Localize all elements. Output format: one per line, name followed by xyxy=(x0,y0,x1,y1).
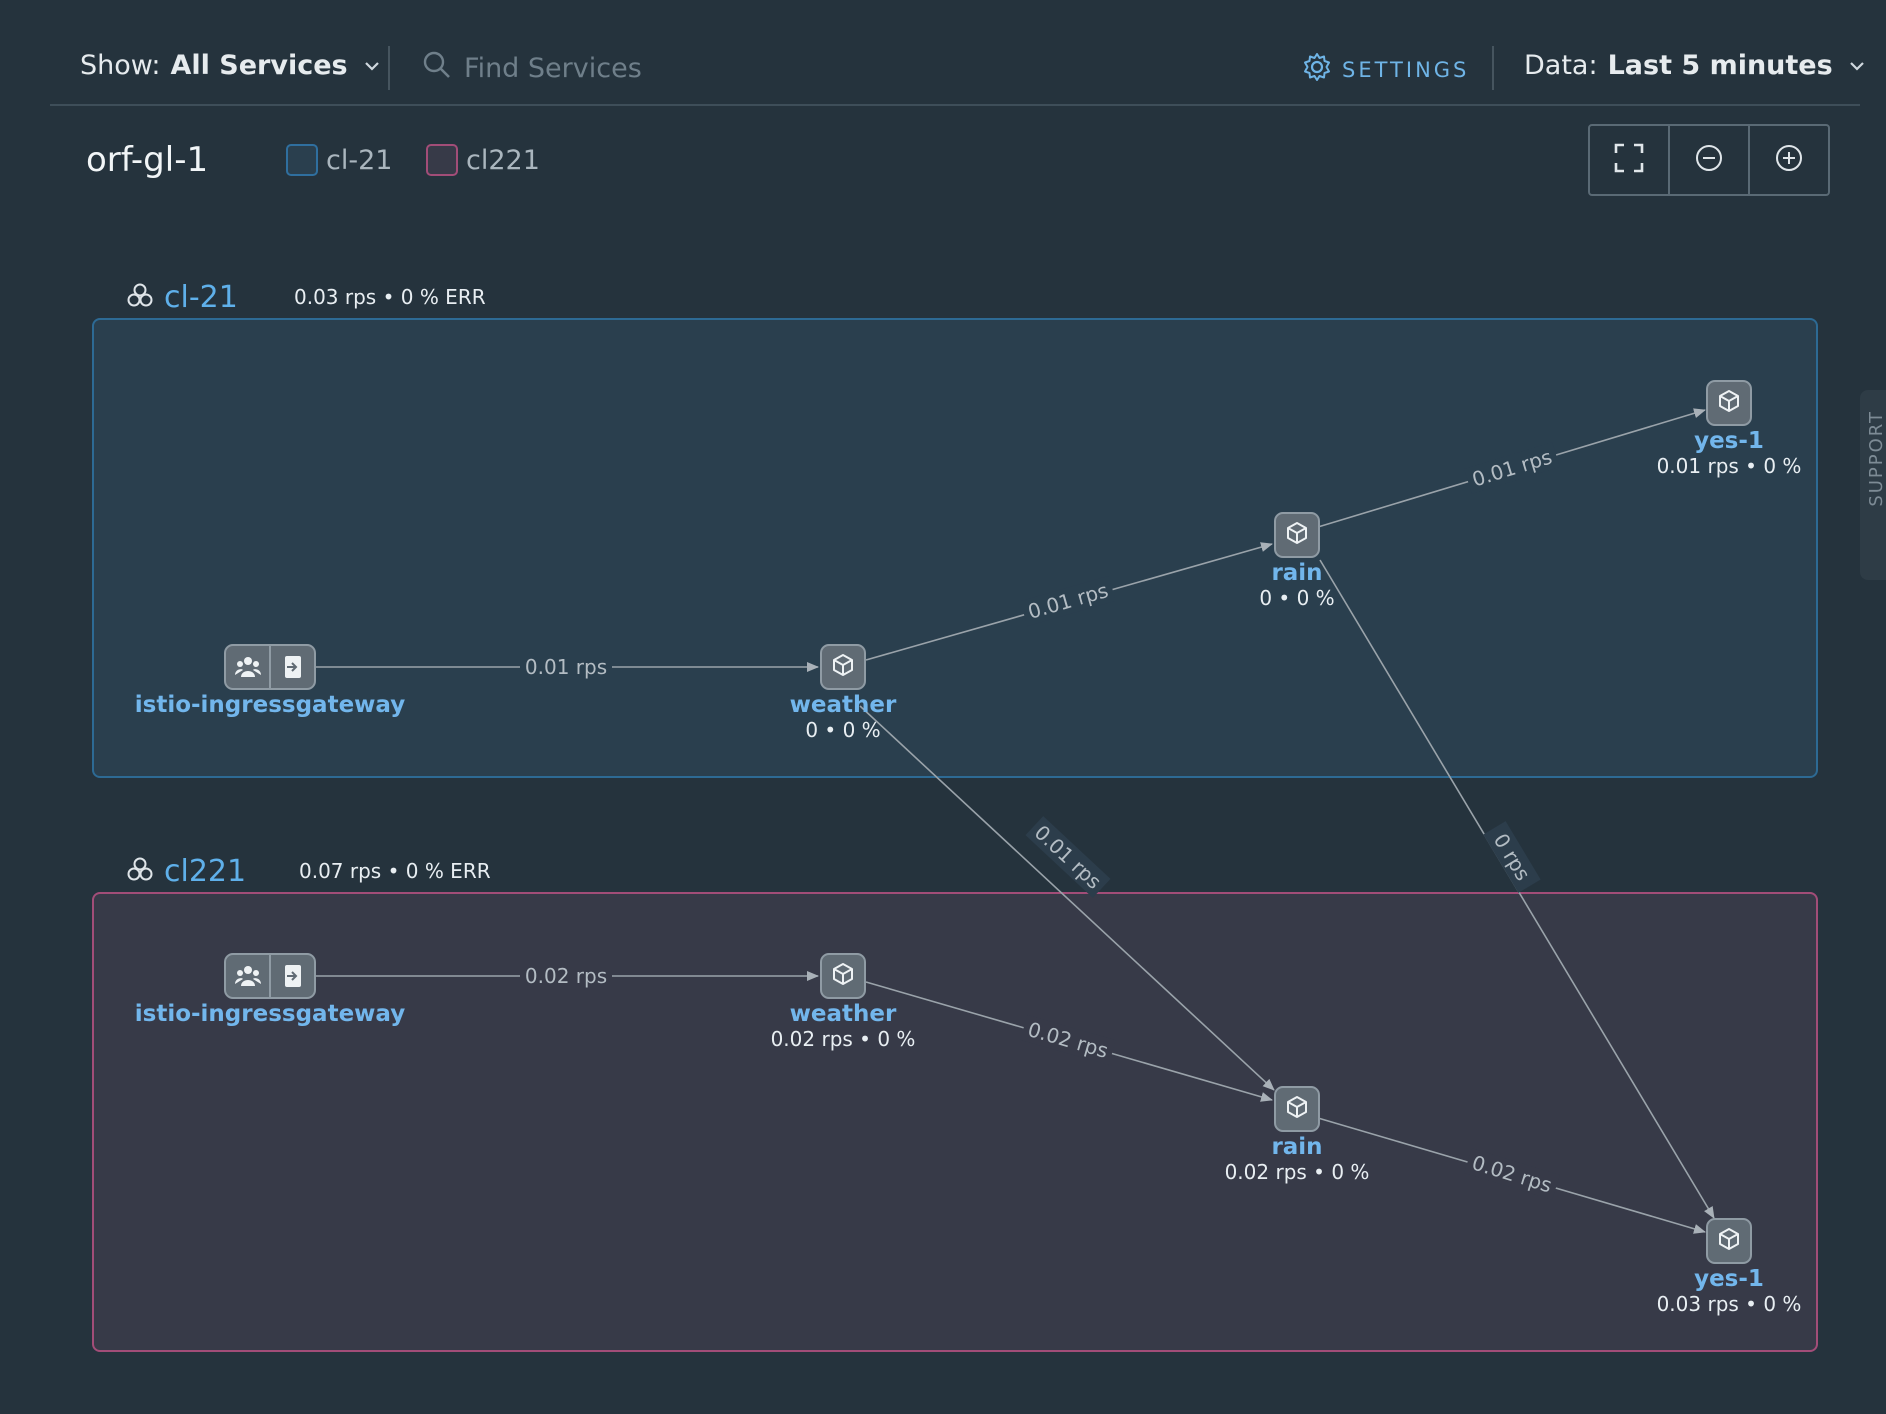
edge-label: 0.02 rps xyxy=(1469,1151,1555,1198)
service-node-rain[interactable] xyxy=(1274,1086,1320,1132)
users-icon xyxy=(226,955,271,997)
node-stats: 0 • 0 % xyxy=(1259,586,1335,610)
edge-label: 0.02 rps xyxy=(1025,1017,1111,1063)
gateway-node[interactable] xyxy=(224,953,316,999)
node-label[interactable]: istio-ingressgateway xyxy=(110,692,430,718)
node-label[interactable]: yes-1 xyxy=(1569,428,1886,454)
node-stats: 0 • 0 % xyxy=(805,718,881,742)
edge-label: 0 rps xyxy=(1489,829,1536,885)
entry-icon xyxy=(271,646,314,688)
edge-label: 0.01 rps xyxy=(1030,820,1107,894)
edge-label: 0.01 rps xyxy=(525,655,607,679)
node-label[interactable]: weather xyxy=(683,1001,1003,1027)
node-label[interactable]: weather xyxy=(683,692,1003,718)
node-stats: 0.02 rps • 0 % xyxy=(770,1027,916,1051)
edge-label: 0.01 rps xyxy=(1025,578,1111,624)
cube-icon xyxy=(831,653,855,681)
cube-icon xyxy=(1717,389,1741,417)
service-node-yes-1[interactable] xyxy=(1706,380,1752,426)
node-stats: 0.03 rps • 0 % xyxy=(1656,1292,1802,1316)
cube-icon xyxy=(1285,1095,1309,1123)
node-label[interactable]: rain xyxy=(1137,560,1457,586)
node-label[interactable]: yes-1 xyxy=(1569,1266,1886,1292)
service-node-weather[interactable] xyxy=(820,953,866,999)
cube-icon xyxy=(1717,1227,1741,1255)
entry-icon xyxy=(271,955,314,997)
node-stats: 0.01 rps • 0 % xyxy=(1656,454,1802,478)
users-icon xyxy=(226,646,271,688)
gateway-node[interactable] xyxy=(224,644,316,690)
service-node-rain[interactable] xyxy=(1274,512,1320,558)
cube-icon xyxy=(831,962,855,990)
support-tab[interactable]: SUPPORT xyxy=(1860,390,1886,580)
cube-icon xyxy=(1285,521,1309,549)
node-stats: 0.02 rps • 0 % xyxy=(1224,1160,1370,1184)
service-node-weather[interactable] xyxy=(820,644,866,690)
edge-label: 0.01 rps xyxy=(1469,445,1555,492)
edge-label: 0.02 rps xyxy=(525,964,607,988)
service-node-yes-1[interactable] xyxy=(1706,1218,1752,1264)
support-label: SUPPORT xyxy=(1866,410,1886,507)
node-label[interactable]: istio-ingressgateway xyxy=(110,1001,430,1027)
node-label[interactable]: rain xyxy=(1137,1134,1457,1160)
